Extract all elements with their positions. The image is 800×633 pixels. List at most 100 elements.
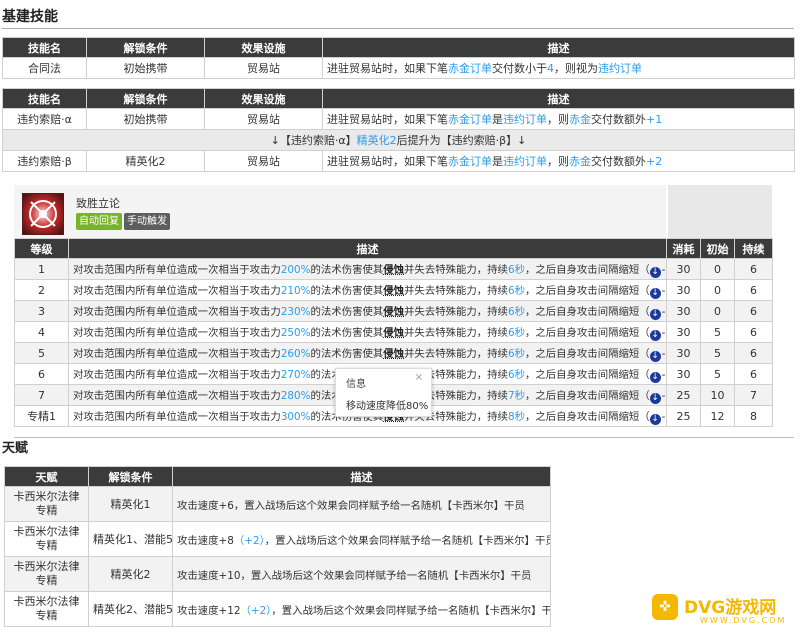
skill-emblem-icon [22, 193, 64, 235]
skill-cost: 30 [666, 342, 701, 364]
interval-down-icon: ↓ [649, 266, 661, 278]
skill-duration: 7 [734, 384, 773, 406]
interval-down-icon: ↓ [649, 308, 661, 320]
col-unlock: 解锁条件 [86, 37, 205, 58]
section-divider [14, 437, 794, 438]
col-talent: 天赋 [4, 466, 89, 487]
skill-duration: 6 [734, 342, 773, 364]
talent-desc: 攻击速度+6，置入战场后这个效果会同样赋予给一名随机【卡西米尔】干员 [172, 486, 551, 522]
skill-desc: 进驻贸易站时，如果下笔赤金订单交付数小于4，则视为违约订单 [322, 57, 795, 79]
skill-duration: 6 [734, 258, 773, 280]
talent-desc: 攻击速度+10，置入战场后这个效果会同样赋予给一名随机【卡西米尔】干员 [172, 556, 551, 592]
interval-down-icon: ↓ [649, 413, 661, 425]
recovery-type-tag: 自动回复 [76, 213, 122, 230]
tooltip-body: 移动速度降低80% [346, 401, 429, 412]
erosion-keyword[interactable]: 侵蚀 [383, 327, 404, 339]
interval-down-icon: ↓ [649, 287, 661, 299]
skill-level-desc: 对攻击范围内所有单位造成一次相当于攻击力250%的法术伤害使其侵蚀并失去特殊能力… [68, 321, 667, 343]
erosion-keyword[interactable]: 侵蚀 [383, 264, 404, 276]
table-row: 合同法 初始携带 贸易站 进驻贸易站时，如果下笔赤金订单交付数小于4，则视为违约… [2, 57, 795, 79]
skill-cost: 30 [666, 300, 701, 322]
skill-cost: 30 [666, 321, 701, 343]
table-row: 卡西米尔法律专精 精英化2 攻击速度+10，置入战场后这个效果会同样赋予给一名随… [4, 556, 551, 592]
site-watermark: ✜ DVG游戏网 WWW.DVG.COM [650, 590, 800, 630]
close-icon[interactable]: × [415, 372, 423, 383]
skill-cost: 25 [666, 405, 701, 427]
skill-name: 违约索赔·β [2, 150, 87, 172]
skill-cost: 30 [666, 363, 701, 385]
table-row: 3 对攻击范围内所有单位造成一次相当于攻击力230%的法术伤害使其侵蚀并失去特殊… [14, 300, 773, 322]
skill-initial: 5 [700, 363, 735, 385]
skill-header-side [668, 185, 772, 238]
skill-header: 致胜立论 自动回复 手动触发 [14, 185, 666, 238]
interval-down-icon: ↓ [649, 329, 661, 341]
skill-initial: 0 [700, 300, 735, 322]
section-title-talents: 天赋 [2, 441, 29, 456]
skill-name: 致胜立论 [76, 197, 120, 210]
talent-desc: 攻击速度+8（+2），置入战场后这个效果会同样赋予给一名随机【卡西米尔】干员 [172, 521, 551, 557]
skill-cost: 30 [666, 258, 701, 280]
col-desc: 描述 [68, 238, 667, 259]
talent-name: 卡西米尔法律专精 [4, 591, 89, 627]
talent-name: 卡西米尔法律专精 [4, 556, 89, 592]
col-unlock: 解锁条件 [88, 466, 173, 487]
facility: 贸易站 [204, 57, 323, 79]
skill-level: 7 [14, 384, 69, 406]
skill-desc: 进驻贸易站时，如果下笔赤金订单是违约订单，则赤金交付数额外+1 [322, 108, 795, 130]
col-duration: 持续 [734, 238, 773, 259]
skill-duration: 6 [734, 363, 773, 385]
skill-level-desc: 对攻击范围内所有单位造成一次相当于攻击力230%的法术伤害使其侵蚀并失去特殊能力… [68, 300, 667, 322]
unlock-cond: 精英化2 [88, 556, 173, 592]
skill-cost: 25 [666, 384, 701, 406]
table-row: 卡西米尔法律专精 精英化2、潜能5 攻击速度+12（+2），置入战场后这个效果会… [4, 591, 551, 627]
base-skill-table-2: 技能名 解锁条件 效果设施 描述 违约索赔·α 初始携带 贸易站 进驻贸易站时，… [2, 88, 795, 172]
skill-initial: 0 [700, 258, 735, 280]
skill-level: 4 [14, 321, 69, 343]
interval-down-icon: ↓ [649, 392, 661, 404]
table-row: 卡西米尔法律专精 精英化1、潜能5 攻击速度+8（+2），置入战场后这个效果会同… [4, 521, 551, 557]
skill-duration: 6 [734, 300, 773, 322]
table-row: 违约索赔·α 初始携带 贸易站 进驻贸易站时，如果下笔赤金订单是违约订单，则赤金… [2, 108, 795, 130]
watermark-text: DVG游戏网 [684, 598, 777, 618]
skill-level-desc: 对攻击范围内所有单位造成一次相当于攻击力260%的法术伤害使其侵蚀并失去特殊能力… [68, 342, 667, 364]
skill-initial: 0 [700, 279, 735, 301]
skill-initial: 5 [700, 321, 735, 343]
erosion-keyword[interactable]: 侵蚀 [383, 306, 404, 318]
col-desc: 描述 [172, 466, 551, 487]
skill-duration: 8 [734, 405, 773, 427]
upgrade-note-row: ↓【违约索赔·α】精英化2后提升为【违约索赔·β】↓ [2, 129, 795, 151]
unlock-cond: 精英化1 [88, 486, 173, 522]
skill-level: 5 [14, 342, 69, 364]
watermark-url: WWW.DVG.COM [700, 616, 787, 625]
unlock-cond: 精英化2 [86, 150, 205, 172]
gamepad-icon: ✜ [652, 594, 678, 620]
unlock-cond: 初始携带 [86, 57, 205, 79]
info-tooltip: 信息 × 移动速度降低80% [335, 368, 432, 417]
skill-name: 违约索赔·α [2, 108, 87, 130]
skill-level: 1 [14, 258, 69, 280]
col-initial: 初始 [700, 238, 735, 259]
skill-level: 3 [14, 300, 69, 322]
skill-level: 2 [14, 279, 69, 301]
skill-initial: 10 [700, 384, 735, 406]
col-unlock: 解锁条件 [86, 88, 205, 109]
table-row: 5 对攻击范围内所有单位造成一次相当于攻击力260%的法术伤害使其侵蚀并失去特殊… [14, 342, 773, 364]
skill-desc: 进驻贸易站时，如果下笔赤金订单是违约订单，则赤金交付数额外+2 [322, 150, 795, 172]
section-divider [2, 28, 794, 29]
table-row: 2 对攻击范围内所有单位造成一次相当于攻击力210%的法术伤害使其侵蚀并失去特殊… [14, 279, 773, 301]
erosion-keyword[interactable]: 侵蚀 [383, 348, 404, 360]
col-facility: 效果设施 [204, 37, 323, 58]
facility: 贸易站 [204, 150, 323, 172]
col-facility: 效果设施 [204, 88, 323, 109]
col-skill-name: 技能名 [2, 88, 87, 109]
col-level: 等级 [14, 238, 69, 259]
table-row: 违约索赔·β 精英化2 贸易站 进驻贸易站时，如果下笔赤金订单是违约订单，则赤金… [2, 150, 795, 172]
col-skill-name: 技能名 [2, 37, 87, 58]
trigger-type-tag: 手动触发 [124, 213, 170, 230]
skill-level-desc: 对攻击范围内所有单位造成一次相当于攻击力200%的法术伤害使其侵蚀并失去特殊能力… [68, 258, 667, 280]
skill-initial: 5 [700, 342, 735, 364]
skill-level: 6 [14, 363, 69, 385]
table-row: 卡西米尔法律专精 精英化1 攻击速度+6，置入战场后这个效果会同样赋予给一名随机… [4, 486, 551, 522]
erosion-keyword[interactable]: 侵蚀 [383, 285, 404, 297]
skill-duration: 6 [734, 321, 773, 343]
